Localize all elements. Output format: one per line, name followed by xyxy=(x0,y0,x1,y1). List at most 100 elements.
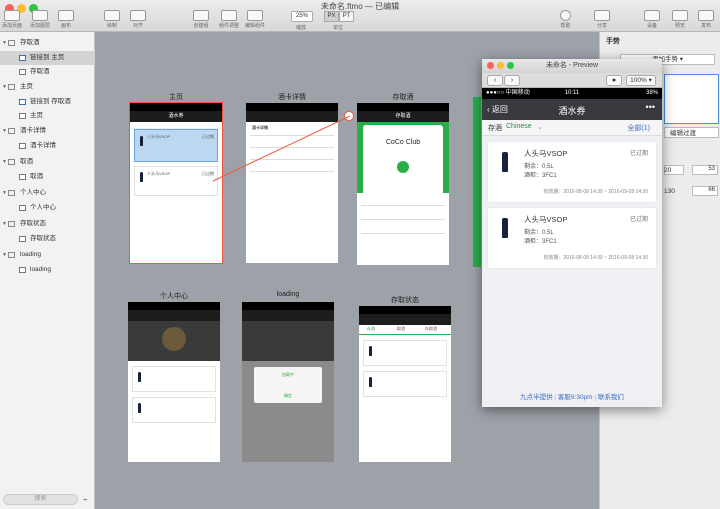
voucher-code: 酒柜：3FC1 xyxy=(524,239,557,245)
disclosure-triangle-icon: ▼ xyxy=(2,221,7,227)
mini-status-tabs: 存酒 取酒 存取酒 xyxy=(359,325,451,335)
bottle-icon xyxy=(140,136,143,146)
layer-item-个人中心[interactable]: 个人中心 xyxy=(0,201,95,215)
mini-tab[interactable]: 存取酒 xyxy=(425,326,437,332)
voucher-card[interactable]: 人头马VSOP 已过期 剩余：0.5L 酒柜：3FC1 有效期：2016-08-… xyxy=(488,208,656,268)
layer-item-存取状态[interactable]: 存取状态 xyxy=(0,232,95,246)
help-button[interactable]: 帮助 xyxy=(560,10,571,29)
artboard-loading[interactable]: 加载中 确定 xyxy=(242,302,334,462)
align-icon xyxy=(130,10,146,21)
layer-icon xyxy=(19,267,26,273)
clock-label: 10:11 xyxy=(564,90,580,96)
voucher-name: 人头马VSOP xyxy=(524,149,568,158)
artboard-status[interactable]: 存酒 取酒 存取酒 xyxy=(359,306,451,462)
filter-all-label[interactable]: 全部(1) xyxy=(627,123,650,133)
forward-nav-button[interactable]: › xyxy=(504,75,520,86)
canvas-button[interactable]: 画布 xyxy=(58,10,74,29)
layer-group-个人中心[interactable]: ▼ 个人中心 xyxy=(0,186,95,200)
preview-button[interactable]: 预览 xyxy=(672,10,688,29)
y-field[interactable]: 53 xyxy=(692,165,718,175)
layer-group-loading[interactable]: ▼ loading xyxy=(0,248,95,262)
inspector-title: 手势 xyxy=(606,38,620,45)
bottle-icon xyxy=(138,372,141,382)
mini-card[interactable] xyxy=(132,397,216,423)
edit-component-button[interactable]: 编辑组件 xyxy=(245,10,265,29)
layer-search-input[interactable]: 搜索 xyxy=(3,494,78,505)
filter-store-label[interactable]: 存酒 xyxy=(488,123,502,133)
preview-close-button[interactable] xyxy=(487,62,494,69)
unit-px-button[interactable]: PX xyxy=(324,11,339,22)
preview-maximize-button[interactable] xyxy=(507,62,514,69)
layer-item-酒卡详情[interactable]: 酒卡详情 xyxy=(0,139,95,153)
component-adjust-button[interactable]: 组件调整 xyxy=(219,10,239,29)
layer-group-存取状态[interactable]: ▼ 存取状态 xyxy=(0,217,95,231)
layer-link-to-store[interactable]: 链接到 存取酒 xyxy=(0,95,95,109)
add-layer-button[interactable]: 添加图层 xyxy=(30,10,50,29)
layer-group-酒卡详情[interactable]: ▼ 酒卡详情 xyxy=(0,124,95,138)
voucher-remain: 剩余：0.5L xyxy=(524,164,554,170)
battery-label: 38% xyxy=(645,90,658,96)
artboard-home[interactable]: 酒水券 人头马VSOP 已过期 人头马VSOP 已过期 xyxy=(129,102,223,264)
footer-service-link[interactable]: 客服9:30pm xyxy=(558,394,593,401)
mini-tab[interactable]: 取酒 xyxy=(397,326,405,332)
mini-card[interactable] xyxy=(363,340,447,366)
footer-contact-link[interactable]: 联系我们 xyxy=(598,394,624,401)
mini-card-selected[interactable]: 人头马VSOP 已过期 xyxy=(134,129,218,162)
disclosure-triangle-icon: ▼ xyxy=(2,159,7,165)
avatar xyxy=(162,327,186,351)
footer-provider-link[interactable]: 九点半提供 xyxy=(520,394,553,401)
layer-item-主页[interactable]: 主页 xyxy=(0,109,95,123)
gesture-config-box[interactable] xyxy=(664,74,719,124)
share-button[interactable]: 分享 xyxy=(594,10,610,29)
bottle-icon xyxy=(140,172,143,182)
layer-item-loading[interactable]: loading xyxy=(0,263,95,277)
disclosure-triangle-icon: ▼ xyxy=(2,128,7,134)
artboard-profile[interactable] xyxy=(128,302,220,462)
mini-card[interactable] xyxy=(132,366,216,392)
mini-card[interactable]: 人头马VSOP 已过期 xyxy=(134,166,218,196)
link-toggle-icon[interactable]: ⌁ xyxy=(83,495,88,504)
layer-item-取酒[interactable]: 取酒 xyxy=(0,170,95,184)
bottle-icon xyxy=(502,218,508,238)
bottle-icon xyxy=(369,346,372,356)
mini-form xyxy=(357,193,449,265)
preview-titlebar: 未命名 - Preview xyxy=(482,59,662,73)
layer-group-存取酒[interactable]: ▼ 存取酒 xyxy=(0,36,95,50)
draw-button[interactable]: 绘制 xyxy=(104,10,120,29)
h-field[interactable]: 66 xyxy=(692,186,718,196)
canvas-icon xyxy=(58,10,74,21)
artboard-label-loading: loading xyxy=(276,291,300,298)
voucher-name: 人头马VSOP xyxy=(524,215,568,224)
add-page-button[interactable]: 添加页面 xyxy=(2,10,22,29)
layer-link-to-home[interactable]: 链接到 主页 xyxy=(0,51,95,65)
preview-zoom-select[interactable]: 100% ▾ xyxy=(626,75,656,86)
publish-button[interactable]: 发布 xyxy=(698,10,714,29)
layer-group-主页[interactable]: ▼ 主页 xyxy=(0,80,95,94)
mini-confirm-circle[interactable] xyxy=(397,161,409,173)
filter-store-value[interactable]: Chinese xyxy=(506,123,532,130)
zoom-field[interactable]: 25% xyxy=(291,11,313,22)
mini-status-bar xyxy=(246,103,338,111)
preview-minimize-button[interactable] xyxy=(497,62,504,69)
layer-item-存取酒[interactable]: 存取酒 xyxy=(0,65,95,79)
w-value: 130 xyxy=(664,188,675,195)
device-button[interactable]: 设备 xyxy=(644,10,660,29)
record-button[interactable]: ● xyxy=(606,75,622,86)
mini-card[interactable] xyxy=(363,371,447,397)
mini-tab[interactable]: 存酒 xyxy=(367,326,375,332)
artboard-label-home: 主页 xyxy=(169,94,183,101)
back-nav-button[interactable]: ‹ xyxy=(487,75,503,86)
unit-pt-button[interactable]: PT xyxy=(339,11,354,22)
more-menu-icon[interactable]: ••• xyxy=(646,102,655,112)
voucher-card[interactable]: 人头马VSOP 已过期 剩余：0.5L 酒柜：3FC1 有效期：2016-08-… xyxy=(488,142,656,202)
layer-group-取酒[interactable]: ▼ 取酒 xyxy=(0,155,95,169)
mini-status-bar xyxy=(242,302,334,310)
link-arrow xyxy=(212,115,351,182)
voucher-validity: 有效期：2016-08-08 14:30 ~ 2016-09-08 14:30 xyxy=(543,189,648,195)
mini-navbar xyxy=(359,314,451,325)
create-group-button[interactable]: 创建组 xyxy=(193,10,209,29)
align-button[interactable]: 对齐 xyxy=(130,10,146,29)
mini-confirm-button[interactable]: 确定 xyxy=(254,393,322,399)
artboard-store[interactable]: 存取酒 CoCo Club xyxy=(357,103,449,265)
group-icon xyxy=(193,10,209,21)
